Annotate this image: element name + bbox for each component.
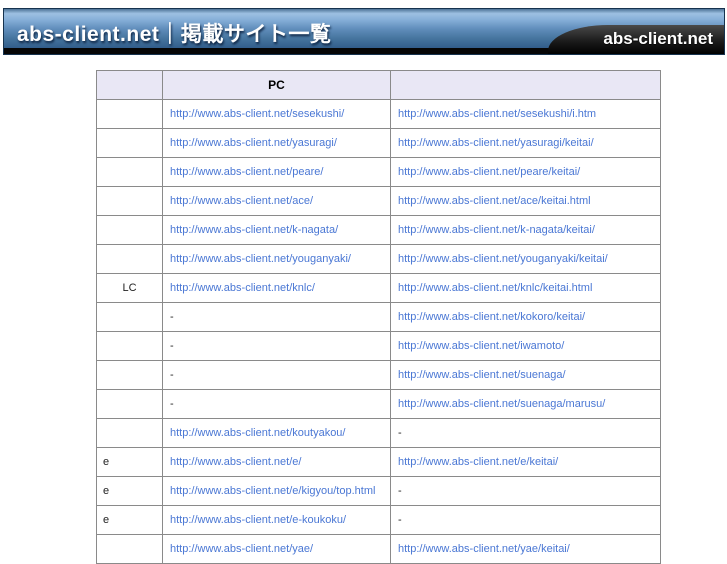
row-label: [96, 389, 163, 419]
table-row: http://www.abs-client.net/youganyaki/ ht…: [96, 244, 661, 274]
mobile-link[interactable]: http://www.abs-client.net/peare/keitai/: [398, 166, 580, 178]
mobile-link[interactable]: http://www.abs-client.net/yasuragi/keita…: [398, 137, 594, 149]
mobile-link[interactable]: http://www.abs-client.net/knlc/keitai.ht…: [398, 282, 592, 294]
table-row: - http://www.abs-client.net/suenaga/: [96, 360, 661, 390]
header-cell-mobile: [390, 70, 661, 100]
row-label: [96, 418, 163, 448]
table-row: http://www.abs-client.net/k-nagata/ http…: [96, 215, 661, 245]
table-header-row: PC: [96, 70, 661, 100]
row-label: LC: [96, 273, 163, 303]
row-label: e: [96, 447, 163, 477]
mobile-empty: -: [398, 427, 402, 439]
row-label: [96, 331, 163, 361]
mobile-link[interactable]: http://www.abs-client.net/youganyaki/kei…: [398, 253, 608, 265]
table-row: - http://www.abs-client.net/iwamoto/: [96, 331, 661, 361]
mobile-empty: -: [398, 485, 402, 497]
pc-link[interactable]: http://www.abs-client.net/sesekushi/: [170, 108, 344, 120]
row-label: e: [96, 505, 163, 535]
pc-empty: -: [170, 311, 174, 323]
site-logo: abs-client.net: [603, 29, 713, 48]
row-label: [96, 157, 163, 187]
header-cell-pc: PC: [162, 70, 391, 100]
sites-table: PC http://www.abs-client.net/sesekushi/ …: [96, 70, 661, 564]
table-row: http://www.abs-client.net/yae/ http://ww…: [96, 534, 661, 564]
pc-link[interactable]: http://www.abs-client.net/yasuragi/: [170, 137, 337, 149]
table-row: http://www.abs-client.net/koutyakou/ -: [96, 418, 661, 448]
mobile-link[interactable]: http://www.abs-client.net/ace/keitai.htm…: [398, 195, 591, 207]
pc-empty: -: [170, 398, 174, 410]
pc-link[interactable]: http://www.abs-client.net/k-nagata/: [170, 224, 338, 236]
header-banner: abs-client.net｜掲載サイト一覧 abs-client.net: [3, 8, 725, 55]
header-cell-label: [96, 70, 163, 100]
table-row: e http://www.abs-client.net/e/ http://ww…: [96, 447, 661, 477]
row-label: [96, 534, 163, 564]
row-label: [96, 99, 163, 129]
mobile-link[interactable]: http://www.abs-client.net/iwamoto/: [398, 340, 564, 352]
pc-link[interactable]: http://www.abs-client.net/e-koukoku/: [170, 514, 346, 526]
row-label: [96, 186, 163, 216]
table-row: http://www.abs-client.net/ace/ http://ww…: [96, 186, 661, 216]
pc-link[interactable]: http://www.abs-client.net/e/: [170, 456, 301, 468]
table-row: http://www.abs-client.net/sesekushi/ htt…: [96, 99, 661, 129]
row-label: [96, 244, 163, 274]
row-label: e: [96, 476, 163, 506]
row-label: [96, 360, 163, 390]
table-row: e http://www.abs-client.net/e-koukoku/ -: [96, 505, 661, 535]
row-label: [96, 215, 163, 245]
pc-empty: -: [170, 340, 174, 352]
pc-link[interactable]: http://www.abs-client.net/peare/: [170, 166, 323, 178]
banner-corner-shape: abs-client.net: [548, 25, 724, 54]
mobile-link[interactable]: http://www.abs-client.net/suenaga/: [398, 369, 566, 381]
table-row: LC http://www.abs-client.net/knlc/ http:…: [96, 273, 661, 303]
pc-link[interactable]: http://www.abs-client.net/youganyaki/: [170, 253, 351, 265]
table-row: http://www.abs-client.net/yasuragi/ http…: [96, 128, 661, 158]
mobile-link[interactable]: http://www.abs-client.net/k-nagata/keita…: [398, 224, 595, 236]
table-row: - http://www.abs-client.net/suenaga/maru…: [96, 389, 661, 419]
row-label: [96, 302, 163, 332]
pc-empty: -: [170, 369, 174, 381]
mobile-link[interactable]: http://www.abs-client.net/kokoro/keitai/: [398, 311, 585, 323]
mobile-empty: -: [398, 514, 402, 526]
mobile-link[interactable]: http://www.abs-client.net/e/keitai/: [398, 456, 558, 468]
mobile-link[interactable]: http://www.abs-client.net/suenaga/marusu…: [398, 398, 605, 410]
table-row: e http://www.abs-client.net/e/kigyou/top…: [96, 476, 661, 506]
table-row: http://www.abs-client.net/peare/ http://…: [96, 157, 661, 187]
table-row: - http://www.abs-client.net/kokoro/keita…: [96, 302, 661, 332]
page-title: abs-client.net｜掲載サイト一覧: [17, 23, 332, 46]
pc-link[interactable]: http://www.abs-client.net/knlc/: [170, 282, 315, 294]
pc-link[interactable]: http://www.abs-client.net/koutyakou/: [170, 427, 345, 439]
mobile-link[interactable]: http://www.abs-client.net/sesekushi/i.ht…: [398, 108, 596, 120]
pc-link[interactable]: http://www.abs-client.net/ace/: [170, 195, 313, 207]
row-label: [96, 128, 163, 158]
pc-link[interactable]: http://www.abs-client.net/e/kigyou/top.h…: [170, 485, 375, 497]
